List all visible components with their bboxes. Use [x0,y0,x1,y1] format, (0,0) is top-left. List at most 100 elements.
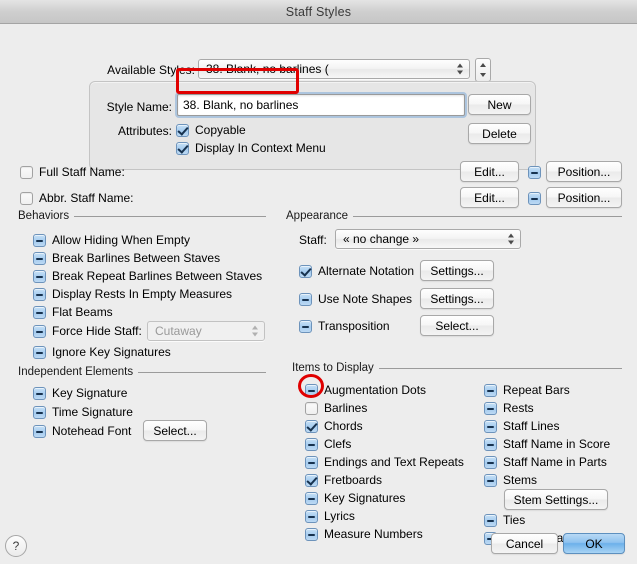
style-name-input[interactable]: 38. Blank, no barlines [177,94,465,116]
full-staff-name-edit-label: Edit... [474,164,505,179]
available-styles-popup[interactable]: 38. Blank, no barlines ( [198,59,470,79]
checkbox-measure-numbers-box[interactable] [305,527,318,541]
checkbox-transposition[interactable]: Transposition [299,319,390,333]
checkbox-staff-name-in-score-box[interactable] [484,437,497,451]
checkbox-key-signature-box[interactable] [33,386,46,400]
checkbox-time-signature[interactable]: Time Signature [33,405,133,419]
checkbox-fretboards-box[interactable] [305,473,318,487]
checkbox-ignore-key-signatures-box[interactable] [33,345,46,359]
checkbox-use-note-shapes[interactable]: Use Note Shapes [299,292,412,306]
checkbox-flat-beams[interactable]: Flat Beams [33,305,113,319]
checkbox-full-staff-name-position[interactable] [528,166,541,179]
checkbox-ignore-key-signatures[interactable]: Ignore Key Signatures [33,345,171,359]
checkbox-rests-box[interactable] [484,401,497,415]
checkbox-staff-lines[interactable]: Staff Lines [484,419,559,433]
checkbox-staff-name-in-parts-box[interactable] [484,455,497,469]
checkbox-repeat-bars[interactable]: Repeat Bars [484,383,570,397]
checkbox-barlines[interactable]: Barlines [305,401,367,415]
checkbox-notehead-font-box[interactable] [33,424,46,438]
checkbox-full-staff-name[interactable]: Full Staff Name: [20,165,125,179]
checkbox-staff-name-in-score[interactable]: Staff Name in Score [484,437,610,451]
checkbox-copyable-box[interactable] [176,123,189,137]
independent-elements-section-header: Independent Elements [18,366,266,378]
full-staff-name-position-label: Position... [557,164,611,179]
checkbox-full-staff-name-box[interactable] [20,165,33,179]
checkbox-stems[interactable]: Stems [484,473,537,487]
abbr-staff-name-edit-button[interactable]: Edit... [460,187,519,208]
checkbox-clefs-box[interactable] [305,437,318,451]
checkbox-rests[interactable]: Rests [484,401,534,415]
checkbox-chords[interactable]: Chords [305,419,363,433]
notehead-font-select-button[interactable]: Select... [143,420,207,441]
checkbox-measure-numbers[interactable]: Measure Numbers [305,527,423,541]
new-style-button[interactable]: New [468,94,531,115]
checkbox-alternate-notation[interactable]: Alternate Notation [299,264,414,278]
behaviors-title: Behaviors [18,210,70,222]
full-staff-name-position-button[interactable]: Position... [546,161,622,182]
checkbox-force-hide-staff-box[interactable] [33,324,46,338]
checkbox-alternate-notation-box[interactable] [299,264,312,278]
checkbox-repeat-bars-box[interactable] [484,383,497,397]
ok-button[interactable]: OK [563,533,625,554]
stem-settings-button[interactable]: Stem Settings... [504,489,608,510]
checkbox-break-barlines-between-staves[interactable]: Break Barlines Between Staves [33,251,220,265]
checkbox-barlines-box[interactable] [305,401,318,415]
help-button[interactable]: ? [5,535,27,557]
checkbox-flat-beams-box[interactable] [33,305,46,319]
full-staff-name-edit-button[interactable]: Edit... [460,161,519,182]
checkbox-augmentation-dots[interactable]: Augmentation Dots [305,383,426,397]
checkbox-key-signatures-box[interactable] [305,491,318,505]
checkbox-staff-lines-box[interactable] [484,419,497,433]
checkbox-display-rests-in-empty-measures[interactable]: Display Rests In Empty Measures [33,287,232,301]
checkbox-stems-label: Stems [503,473,538,487]
checkbox-abbr-staff-name-position[interactable] [528,192,541,205]
checkbox-display-in-context-menu-box[interactable] [176,141,189,155]
checkbox-notehead-font[interactable]: Notehead Font [33,424,131,438]
checkbox-break-barlines-between-staves-box[interactable] [33,251,46,265]
checkbox-use-note-shapes-box[interactable] [299,292,312,306]
delete-style-button[interactable]: Delete [468,123,531,144]
abbr-staff-name-position-button[interactable]: Position... [546,187,622,208]
checkbox-endings-and-text-repeats[interactable]: Endings and Text Repeats [305,455,464,469]
checkbox-copyable-label: Copyable [195,123,246,137]
checkbox-fretboards[interactable]: Fretboards [305,473,382,487]
checkbox-lyrics[interactable]: Lyrics [305,509,355,523]
checkbox-clefs[interactable]: Clefs [305,437,351,451]
force-hide-staff-popup[interactable]: Cutaway [147,321,265,341]
cancel-button[interactable]: Cancel [491,533,558,554]
checkbox-endings-and-text-repeats-box[interactable] [305,455,318,469]
style-name-value: 38. Blank, no barlines [183,98,299,112]
checkbox-ties[interactable]: Ties [484,513,525,527]
checkbox-chords-box[interactable] [305,419,318,433]
staff-popup[interactable]: « no change » [335,229,521,249]
checkbox-rests-label: Rests [503,401,534,415]
checkbox-key-signature[interactable]: Key Signature [33,386,127,400]
checkbox-stems-box[interactable] [484,473,497,487]
notehead-font-select-label: Select... [153,423,197,438]
use-note-shapes-settings-button[interactable]: Settings... [420,288,494,309]
checkbox-display-in-context-menu[interactable]: Display In Context Menu [176,141,326,155]
checkbox-transposition-box[interactable] [299,319,312,333]
alternate-notation-settings-button[interactable]: Settings... [420,260,494,281]
checkbox-allow-hiding-when-empty[interactable]: Allow Hiding When Empty [33,233,190,247]
checkbox-copyable[interactable]: Copyable [176,123,246,137]
checkbox-augmentation-dots-box[interactable] [305,383,318,397]
alternate-notation-settings-label: Settings... [430,263,484,278]
checkbox-display-rests-in-empty-measures-box[interactable] [33,287,46,301]
checkbox-key-signatures[interactable]: Key Signatures [305,491,405,505]
abbr-staff-name-edit-label: Edit... [474,190,505,205]
transposition-select-button[interactable]: Select... [420,315,494,336]
checkbox-force-hide-staff[interactable]: Force Hide Staff: [33,324,142,338]
checkbox-staff-name-in-parts[interactable]: Staff Name in Parts [484,455,607,469]
available-styles-stepper[interactable] [475,58,491,82]
checkbox-abbr-staff-name-box[interactable] [20,191,33,205]
checkbox-abbr-staff-name[interactable]: Abbr. Staff Name: [20,191,134,205]
behaviors-section-header: Behaviors [18,210,266,222]
checkbox-break-repeat-barlines-between-staves[interactable]: Break Repeat Barlines Between Staves [33,269,262,283]
checkbox-break-repeat-barlines-between-staves-box[interactable] [33,269,46,283]
checkbox-lyrics-box[interactable] [305,509,318,523]
delete-style-label: Delete [482,126,517,141]
checkbox-ties-box[interactable] [484,513,497,527]
checkbox-allow-hiding-when-empty-box[interactable] [33,233,46,247]
checkbox-time-signature-box[interactable] [33,405,46,419]
